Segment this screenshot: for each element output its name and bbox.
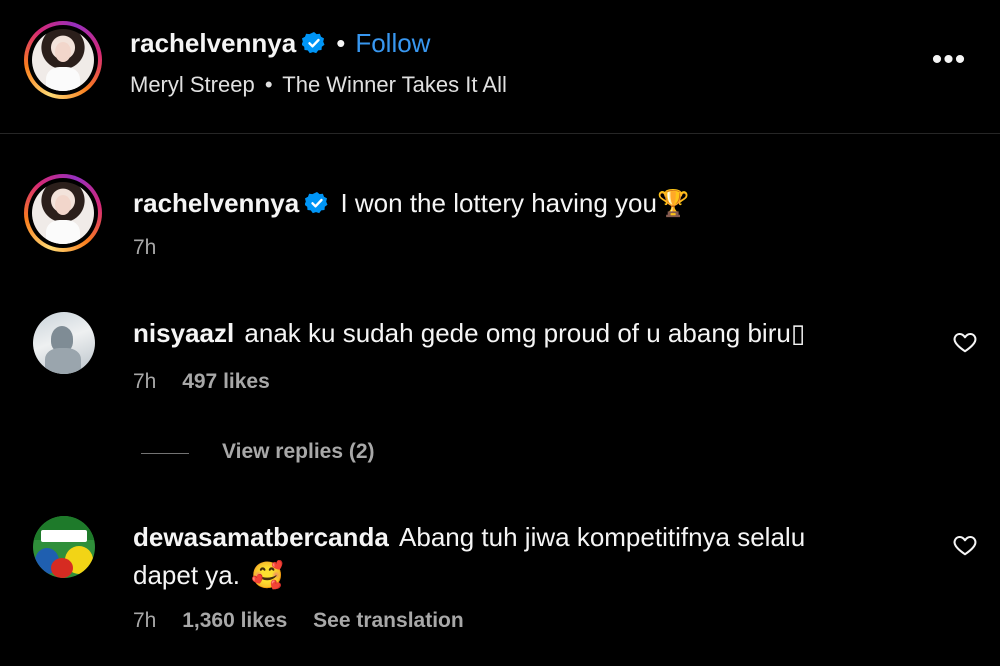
caption-time[interactable]: 7h bbox=[133, 236, 156, 260]
audio-track[interactable]: Meryl Streep • The Winner Takes It All bbox=[130, 71, 507, 99]
view-replies-button[interactable]: View replies (2) bbox=[222, 440, 375, 464]
verified-badge-icon bbox=[302, 32, 325, 54]
follow-button[interactable]: Follow bbox=[355, 28, 430, 58]
comment-text-line1: Abang tuh jiwa kompetitifnya selalu bbox=[399, 522, 806, 552]
comment-likes[interactable]: 497 likes bbox=[182, 370, 270, 393]
caption-username[interactable]: rachelvennya bbox=[133, 188, 299, 218]
author-username[interactable]: rachelvennya bbox=[130, 28, 296, 58]
audio-separator: • bbox=[264, 72, 273, 97]
header-title-row: rachelvennya • Follow bbox=[130, 26, 430, 60]
caption-avatar[interactable] bbox=[24, 174, 102, 252]
comment-time[interactable]: 7h bbox=[133, 609, 156, 632]
replies-divider bbox=[141, 453, 189, 454]
comment-text-line2: dapet ya. bbox=[133, 560, 240, 590]
comment-username[interactable]: dewasamatbercanda bbox=[133, 522, 389, 552]
caption-row: rachelvennya I won the lottery having yo… bbox=[133, 186, 689, 220]
comment-username[interactable]: nisyaazl bbox=[133, 318, 234, 348]
commenter-avatar[interactable] bbox=[33, 312, 95, 374]
smiling-hearts-emoji: 🥰 bbox=[251, 560, 284, 590]
comment-meta: 7h 497 likes bbox=[133, 370, 270, 394]
verified-badge-icon bbox=[305, 192, 328, 214]
separator-dot: • bbox=[336, 28, 346, 58]
comment-likes[interactable]: 1,360 likes bbox=[182, 609, 287, 632]
author-avatar[interactable] bbox=[24, 21, 102, 99]
commenter-avatar[interactable] bbox=[33, 516, 95, 578]
trophy-emoji: 🏆 bbox=[656, 188, 690, 218]
comment-meta: 7h 1,360 likes See translation bbox=[133, 609, 464, 633]
see-translation-button[interactable]: See translation bbox=[313, 609, 464, 632]
comment-text: anak ku sudah gede omg proud of u abang … bbox=[244, 318, 806, 348]
caption-text: I won the lottery having you bbox=[340, 188, 657, 218]
post-header: rachelvennya • Follow Meryl Streep • The W… bbox=[0, 0, 1000, 134]
comment-row: nisyaazl anak ku sudah gede omg proud of… bbox=[133, 316, 805, 350]
audio-artist: Meryl Streep bbox=[130, 72, 255, 97]
heart-outline-icon[interactable] bbox=[952, 329, 978, 355]
audio-title: The Winner Takes It All bbox=[282, 72, 507, 97]
comment-row: dewasamatbercanda Abang tuh jiwa kompeti… bbox=[133, 518, 805, 594]
heart-outline-icon[interactable] bbox=[952, 532, 978, 558]
more-options-icon[interactable]: ••• bbox=[930, 45, 968, 75]
comment-time[interactable]: 7h bbox=[133, 370, 156, 393]
